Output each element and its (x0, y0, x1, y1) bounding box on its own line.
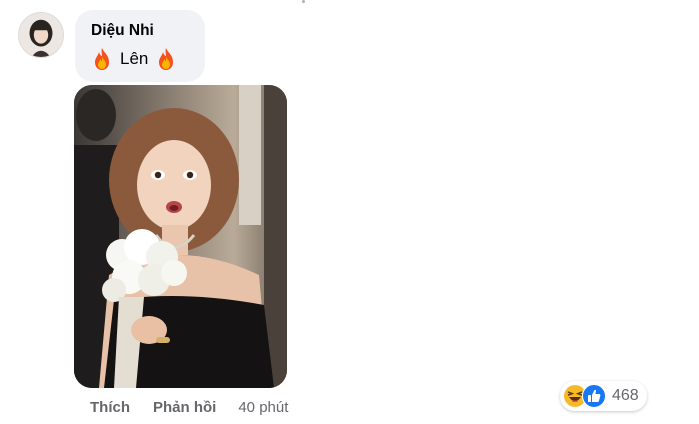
comment-text-line: Lên (91, 47, 193, 71)
avatar[interactable] (18, 12, 64, 58)
comment-text: Lên (120, 49, 149, 68)
comment-timestamp[interactable]: 40 phút (238, 399, 288, 416)
comment-attached-photo[interactable] (74, 85, 287, 388)
photo-image (74, 85, 287, 388)
fire-icon (159, 48, 174, 70)
like-button[interactable]: Thích (90, 399, 130, 416)
comment-actions: Thích Phản hồi 40 phút (90, 399, 288, 416)
reaction-count: 468 (612, 387, 639, 404)
reactions-summary[interactable]: 468 (560, 381, 647, 411)
thumbs-up-icon (582, 384, 606, 408)
avatar-image (19, 13, 63, 57)
comment-bubble: Diệu Nhi Lên (75, 10, 205, 82)
author-name[interactable]: Diệu Nhi (91, 21, 193, 41)
fire-icon (95, 48, 109, 70)
reply-button[interactable]: Phản hồi (153, 399, 216, 416)
top-separator-dot (302, 0, 305, 3)
